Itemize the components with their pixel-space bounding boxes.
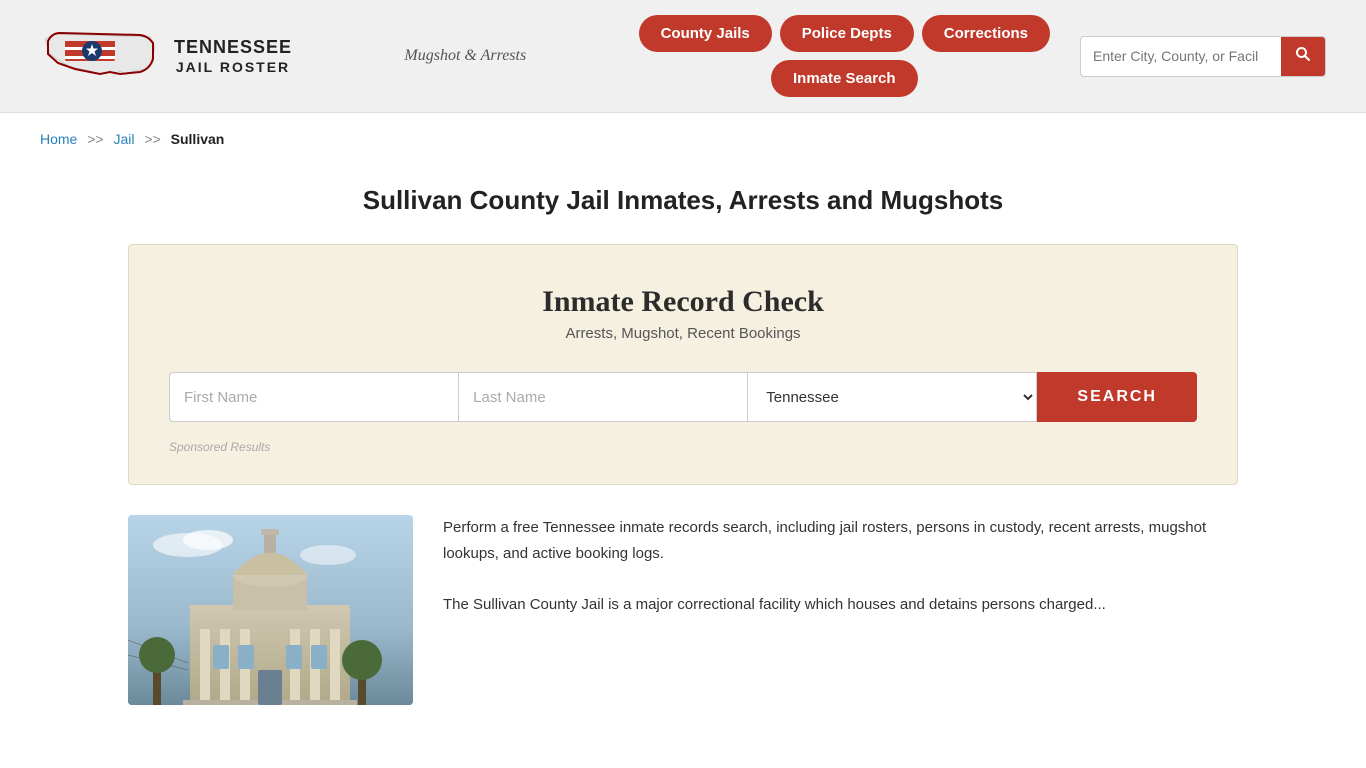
main-nav: County Jails Police Depts Corrections In…	[639, 15, 1050, 97]
logo-line1: TENNESSEE	[174, 37, 292, 59]
header-center: Mugshot & Arrests	[404, 47, 526, 65]
bottom-section: Perform a free Tennessee inmate records …	[128, 515, 1238, 705]
nav-corrections[interactable]: Corrections	[922, 15, 1050, 52]
inmate-search-form: Tennessee Alabama Alaska Arizona Arkansa…	[169, 372, 1197, 422]
sponsored-label: Sponsored Results	[169, 440, 1197, 454]
tagline: Mugshot & Arrests	[404, 47, 526, 65]
record-check-title: Inmate Record Check	[169, 285, 1197, 319]
building-image	[128, 515, 413, 705]
breadcrumb-home[interactable]: Home	[40, 131, 77, 147]
inmate-search-button[interactable]: SEARCH	[1037, 372, 1197, 422]
nav-county-jails[interactable]: County Jails	[639, 15, 772, 52]
building-illustration-icon	[128, 515, 413, 705]
nav-police-depts[interactable]: Police Depts	[780, 15, 914, 52]
nav-row-top: County Jails Police Depts Corrections	[639, 15, 1050, 52]
description-para1: Perform a free Tennessee inmate records …	[443, 515, 1238, 566]
last-name-input[interactable]	[459, 372, 748, 422]
breadcrumb-jail[interactable]: Jail	[114, 131, 135, 147]
nav-inmate-search[interactable]: Inmate Search	[771, 60, 918, 97]
breadcrumb-sep2: >>	[144, 131, 160, 147]
description-para2: The Sullivan County Jail is a major corr…	[443, 592, 1238, 618]
record-check-subtitle: Arrests, Mugshot, Recent Bookings	[169, 325, 1197, 342]
header-search-input[interactable]	[1081, 40, 1281, 72]
logo-line2: JAIL ROSTER	[174, 59, 292, 75]
main-content: Sullivan County Jail Inmates, Arrests an…	[0, 165, 1366, 745]
description-area: Perform a free Tennessee inmate records …	[443, 515, 1238, 705]
breadcrumb-current: Sullivan	[171, 131, 225, 147]
search-icon	[1295, 46, 1311, 62]
page-title: Sullivan County Jail Inmates, Arrests an…	[40, 185, 1326, 216]
breadcrumb-sep1: >>	[87, 131, 103, 147]
site-header: TENNESSEE JAIL ROSTER Mugshot & Arrests …	[0, 0, 1366, 113]
nav-row-bottom: Inmate Search	[771, 60, 918, 97]
header-search-button[interactable]	[1281, 37, 1325, 76]
logo-area: TENNESSEE JAIL ROSTER	[40, 19, 292, 94]
site-title-text: TENNESSEE JAIL ROSTER	[174, 37, 292, 75]
breadcrumb: Home >> Jail >> Sullivan	[0, 113, 1366, 165]
state-select[interactable]: Tennessee Alabama Alaska Arizona Arkansa…	[748, 372, 1037, 422]
first-name-input[interactable]	[169, 372, 459, 422]
header-search-area	[1080, 36, 1326, 77]
record-check-box: Inmate Record Check Arrests, Mugshot, Re…	[128, 244, 1238, 485]
tennessee-logo-icon	[40, 19, 160, 94]
